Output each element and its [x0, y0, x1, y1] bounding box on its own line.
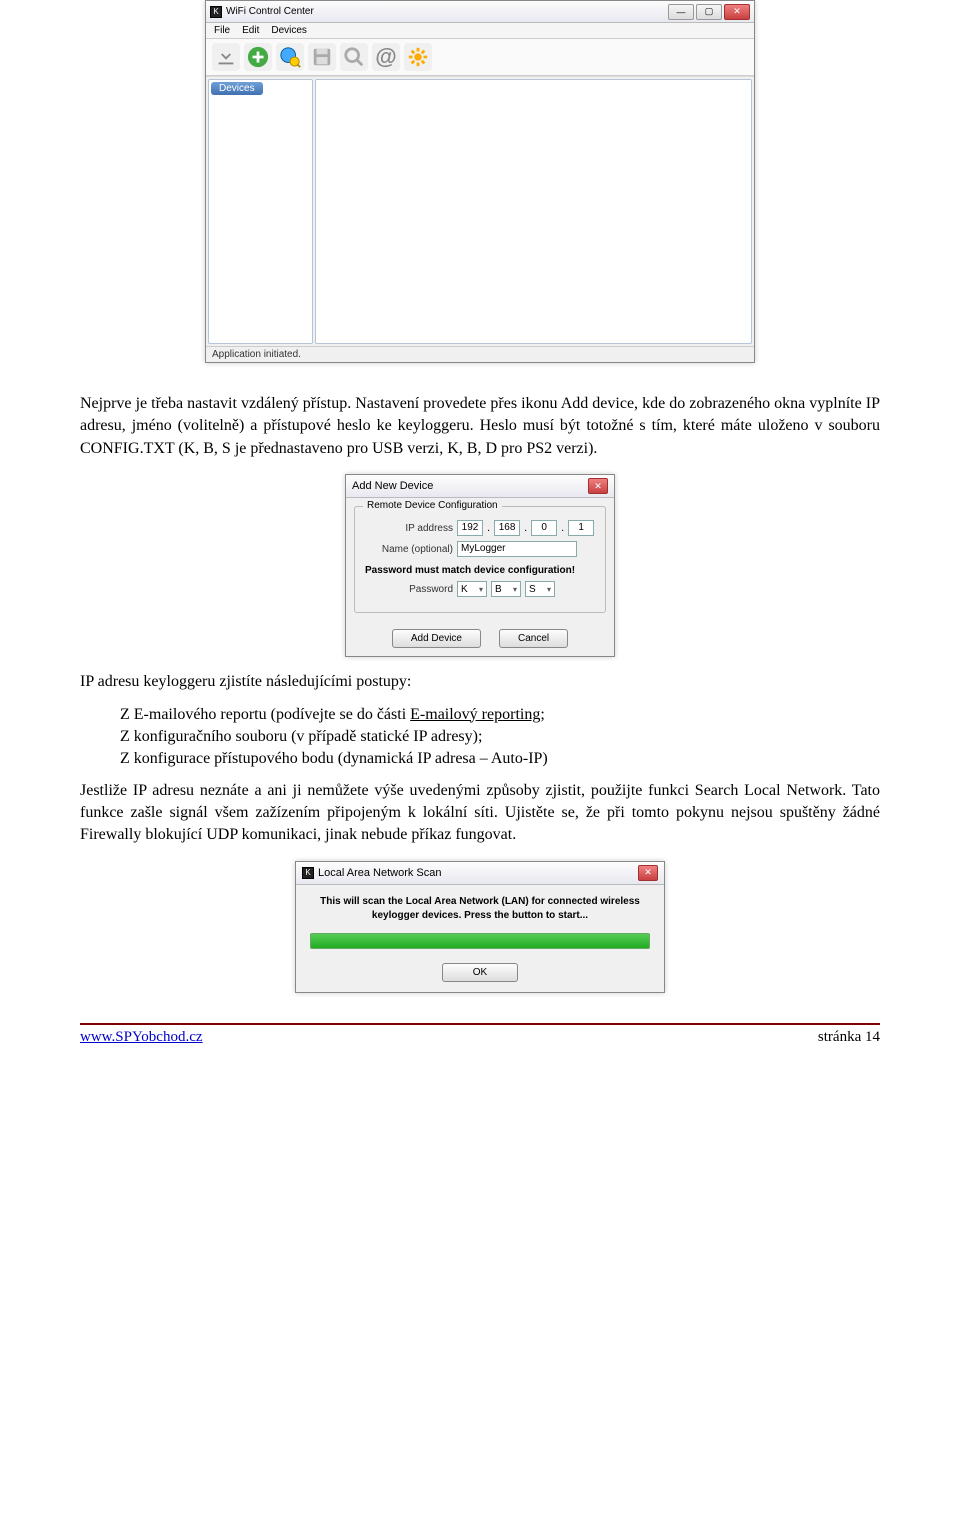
- paragraph-2-intro: IP adresu keyloggeru zjistíte následujíc…: [80, 671, 880, 693]
- menu-file[interactable]: File: [214, 25, 230, 36]
- methods-list: Z E-mailového reportu (podívejte se do č…: [120, 706, 880, 768]
- page-number: stránka 14: [818, 1029, 880, 1046]
- add-device-button[interactable]: Add Device: [392, 629, 481, 648]
- lan-dialog-close-button[interactable]: ✕: [638, 865, 658, 881]
- lan-scan-message: This will scan the Local Area Network (L…: [296, 885, 664, 929]
- password-warning: Password must match device configuration…: [365, 565, 595, 576]
- download-icon[interactable]: [212, 43, 240, 71]
- footer-link[interactable]: www.SPYobchod.cz: [80, 1029, 203, 1046]
- add-new-device-dialog: Add New Device ✕ Remote Device Configura…: [345, 474, 615, 657]
- network-search-icon[interactable]: [276, 43, 304, 71]
- lan-dialog-title: Local Area Network Scan: [318, 867, 442, 879]
- list-item: Z konfiguračního souboru (v případě stat…: [120, 728, 880, 746]
- page-footer: www.SPYobchod.cz stránka 14: [80, 1025, 880, 1046]
- window-title: WiFi Control Center: [226, 6, 314, 17]
- maximize-button[interactable]: ▢: [696, 4, 722, 20]
- paragraph-3: Jestliže IP adresu neznáte a ani ji nemů…: [80, 780, 880, 847]
- save-icon[interactable]: [308, 43, 336, 71]
- toolbar: @: [206, 39, 754, 76]
- add-device-icon[interactable]: [244, 43, 272, 71]
- close-button[interactable]: ✕: [724, 4, 750, 20]
- remote-config-group: Remote Device Configuration IP address 1…: [354, 506, 606, 613]
- list-item: Z konfigurace přístupového bodu (dynamic…: [120, 750, 880, 768]
- ip-label: IP address: [363, 523, 453, 534]
- menubar: File Edit Devices: [206, 23, 754, 39]
- cancel-button[interactable]: Cancel: [499, 629, 568, 648]
- group-label: Remote Device Configuration: [363, 500, 502, 511]
- menu-edit[interactable]: Edit: [242, 25, 259, 36]
- password-select-1[interactable]: K: [457, 581, 487, 597]
- lan-scan-dialog: K Local Area Network Scan ✕ This will sc…: [295, 861, 665, 993]
- titlebar: K WiFi Control Center — ▢ ✕: [206, 1, 754, 23]
- app-icon: K: [210, 6, 222, 18]
- password-select-3[interactable]: S: [525, 581, 555, 597]
- ok-button[interactable]: OK: [442, 963, 518, 982]
- name-label: Name (optional): [363, 544, 453, 555]
- email-reporting-link: E-mailový reporting;: [410, 706, 545, 723]
- search-icon[interactable]: [340, 43, 368, 71]
- menu-devices[interactable]: Devices: [271, 25, 307, 36]
- progress-bar: [310, 933, 650, 949]
- dialog-close-button[interactable]: ✕: [588, 478, 608, 494]
- status-bar: Application initiated.: [206, 346, 754, 362]
- devices-tab[interactable]: Devices: [211, 82, 263, 95]
- ip-octet-1[interactable]: 192: [457, 520, 483, 536]
- password-select-2[interactable]: B: [491, 581, 521, 597]
- settings-icon[interactable]: [404, 43, 432, 71]
- email-icon[interactable]: @: [372, 43, 400, 71]
- minimize-button[interactable]: —: [668, 4, 694, 20]
- password-label: Password: [363, 584, 453, 595]
- ip-octet-4[interactable]: 1: [568, 520, 594, 536]
- list-item: Z E-mailového reportu (podívejte se do č…: [120, 706, 880, 724]
- content-panel: [315, 79, 752, 344]
- dialog-title: Add New Device: [352, 480, 433, 492]
- paragraph-1: Nejprve je třeba nastavit vzdálený příst…: [80, 393, 880, 460]
- ip-octet-2[interactable]: 168: [494, 520, 520, 536]
- app-icon: K: [302, 867, 314, 879]
- name-input[interactable]: MyLogger: [457, 541, 577, 557]
- wifi-control-center-window: K WiFi Control Center — ▢ ✕ File Edit De…: [205, 0, 755, 363]
- side-panel: Devices: [208, 79, 313, 344]
- ip-octet-3[interactable]: 0: [531, 520, 557, 536]
